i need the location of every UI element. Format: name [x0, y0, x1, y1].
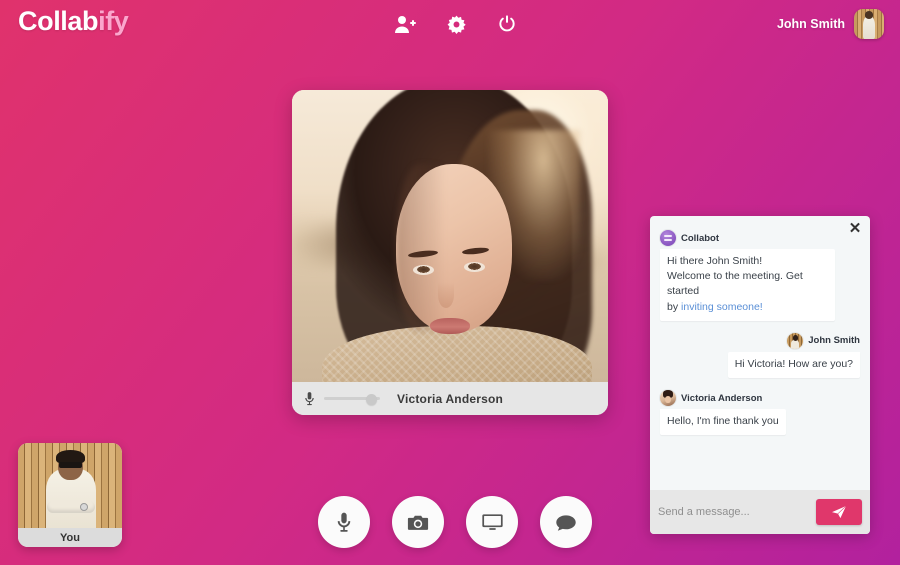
message-line-3-prefix: by	[667, 300, 682, 313]
toggle-microphone-button[interactable]	[318, 496, 370, 548]
message-header: Victoria Anderson	[660, 390, 763, 407]
bot-avatar-image	[660, 230, 676, 246]
toggle-camera-button[interactable]	[392, 496, 444, 548]
chat-panel: ✕ Collabot Hi there John Smith! Welcome …	[650, 216, 870, 534]
current-user-name: John Smith	[776, 17, 845, 31]
video-subject-lips	[430, 318, 470, 334]
main-video-card[interactable]: Victoria Anderson	[292, 90, 608, 415]
victoria-avatar-image	[660, 390, 676, 407]
invite-user-icon[interactable]	[392, 11, 418, 37]
sunglasses-icon	[59, 462, 82, 468]
self-view-thumbnail[interactable]: You	[18, 443, 122, 547]
video-subject-eye-right	[464, 262, 485, 272]
message-author: Collabot	[681, 232, 719, 244]
logo-suffix-text: ify	[98, 6, 129, 36]
list-item: Victoria Anderson Hello, I'm fine thank …	[660, 390, 786, 436]
list-item: John Smith Hi Victoria! How are you?	[727, 332, 860, 379]
app-header: Collabify John Smith	[0, 0, 900, 50]
message-header: John Smith	[787, 332, 860, 349]
toggle-chat-button[interactable]	[540, 496, 592, 548]
video-subject-eye-left	[413, 265, 434, 275]
self-view-label: You	[18, 528, 122, 547]
chat-message-list[interactable]: Collabot Hi there John Smith! Welcome to…	[650, 216, 870, 490]
close-icon[interactable]: ✕	[847, 220, 863, 236]
avatar	[660, 390, 676, 407]
john-avatar-image	[787, 332, 804, 349]
list-item: Collabot Hi there John Smith! Welcome to…	[660, 230, 835, 321]
video-subject-face-shadow	[396, 164, 446, 332]
message-author: Victoria Anderson	[681, 392, 763, 404]
avatar[interactable]	[854, 9, 884, 39]
settings-icon[interactable]	[443, 11, 469, 37]
power-icon[interactable]	[494, 11, 520, 37]
volume-slider-knob[interactable]	[366, 393, 377, 405]
message-line-2: Welcome to the meeting. Get started	[667, 270, 803, 298]
app-root: Collabify John Smith Victoria Anderson Y…	[0, 0, 900, 565]
chat-bubble-icon	[556, 514, 576, 531]
self-video-stream	[18, 443, 122, 528]
self-video-watch	[80, 503, 88, 511]
current-user[interactable]: John Smith	[777, 9, 884, 39]
camera-icon	[407, 515, 429, 530]
message-bubble: Hello, I'm fine thank you	[660, 409, 786, 436]
message-line-1: Hi there John Smith!	[667, 255, 763, 267]
monitor-icon	[481, 514, 503, 530]
app-logo[interactable]: Collabify	[18, 6, 129, 37]
header-actions	[392, 11, 520, 37]
chat-message-input[interactable]	[658, 506, 810, 518]
message-bubble: Hi there John Smith! Welcome to the meet…	[660, 249, 835, 321]
avatar	[660, 230, 676, 246]
video-footer-bar: Victoria Anderson	[292, 382, 608, 415]
logo-main-text: Collab	[18, 6, 99, 36]
message-bubble: Hi Victoria! How are you?	[727, 351, 860, 379]
avatar	[787, 332, 804, 349]
volume-slider[interactable]	[324, 392, 380, 406]
participant-video-stream	[292, 90, 608, 382]
send-message-button[interactable]	[816, 499, 862, 525]
paper-plane-icon	[832, 505, 847, 519]
message-header: Collabot	[660, 230, 719, 246]
chat-composer	[650, 490, 870, 534]
video-subject-nose	[438, 282, 454, 308]
call-controls	[318, 496, 592, 548]
message-author: John Smith	[808, 335, 860, 347]
microphone-icon	[337, 512, 351, 532]
microphone-icon[interactable]	[302, 391, 316, 407]
share-screen-button[interactable]	[466, 496, 518, 548]
avatar-image	[854, 9, 884, 39]
invite-someone-link[interactable]: inviting someone!	[681, 301, 763, 313]
